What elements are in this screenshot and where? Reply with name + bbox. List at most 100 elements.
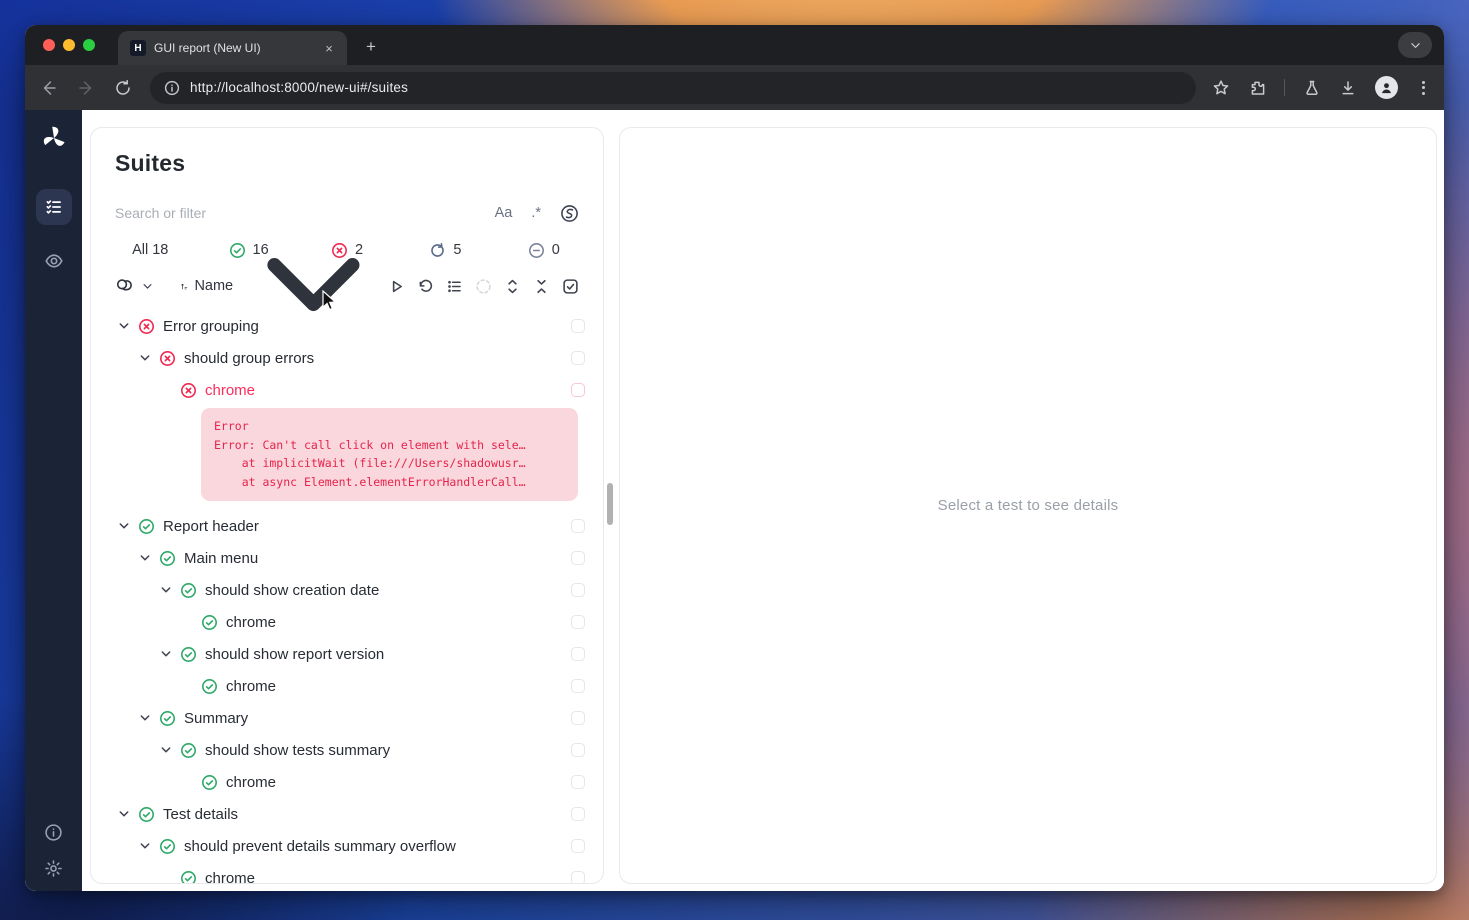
empty-state-message: Select a test to see details [938, 497, 1119, 514]
row-checkbox[interactable] [571, 519, 585, 533]
new-tab-button[interactable]: + [361, 37, 381, 57]
list-view-icon[interactable] [446, 278, 463, 295]
tree-row[interactable]: chrome [91, 374, 603, 406]
details-panel: Select a test to see details [619, 127, 1437, 884]
chevron-down-icon[interactable] [158, 742, 174, 758]
tree-row[interactable]: Main menu [91, 542, 603, 574]
status-passed-icon [138, 806, 155, 823]
run-play-icon[interactable] [388, 278, 405, 295]
tree-row[interactable]: Report header [91, 510, 603, 542]
group-by-control[interactable] [115, 277, 154, 296]
row-checkbox[interactable] [571, 807, 585, 821]
row-checkbox[interactable] [571, 711, 585, 725]
info-icon[interactable] [44, 823, 63, 842]
sort-control[interactable]: Name [180, 212, 388, 361]
tree-row[interactable]: Test details [91, 798, 603, 830]
tree-row[interactable]: should prevent details summary overflow [91, 830, 603, 862]
tree-row[interactable]: should show creation date [91, 574, 603, 606]
tree-row[interactable]: Summary [91, 702, 603, 734]
error-message[interactable]: Error Error: Can't call click on element… [201, 408, 578, 501]
scrollbar-thumb[interactable] [607, 483, 613, 525]
status-failed-icon [159, 350, 176, 367]
suites-panel: Suites Aa .* All 1816250 [90, 127, 604, 884]
stat-filter-retried[interactable]: 5 [396, 235, 494, 265]
forward-icon[interactable] [76, 78, 96, 98]
tree-row[interactable]: chrome [91, 766, 603, 798]
tree-row-label: Error grouping [163, 318, 259, 335]
tree-row-label: should show tests summary [205, 742, 390, 759]
tree-row-label: should prevent details summary overflow [184, 838, 456, 855]
chevron-down-icon[interactable] [158, 582, 174, 598]
row-checkbox[interactable] [571, 839, 585, 853]
chevron-down-icon[interactable] [137, 350, 153, 366]
stat-filter-skipped[interactable]: 0 [495, 235, 593, 265]
url-text[interactable]: http://localhost:8000/new-ui#/suites [190, 80, 408, 95]
profile-avatar[interactable] [1375, 76, 1398, 99]
status-passed-icon [180, 870, 197, 885]
retry-icon [429, 242, 446, 259]
chevron-down-icon[interactable] [116, 806, 132, 822]
zoom-window-button[interactable] [83, 39, 95, 51]
back-icon[interactable] [39, 78, 59, 98]
chevron-down-icon[interactable] [137, 838, 153, 854]
tree-row-label: chrome [205, 870, 255, 885]
testplane-logo [40, 124, 68, 152]
tab-strip: H GUI report (New UI) × + [25, 25, 1444, 65]
sidebar-item-visual-checks[interactable] [36, 243, 72, 279]
s-circle-icon[interactable] [560, 204, 579, 223]
app-content: Suites Aa .* All 1816250 [25, 110, 1444, 891]
settings-gear-icon[interactable] [44, 859, 63, 878]
regex-button[interactable]: .* [531, 205, 541, 221]
row-checkbox[interactable] [571, 679, 585, 693]
row-checkbox[interactable] [571, 615, 585, 629]
tree-row[interactable]: should show tests summary [91, 734, 603, 766]
row-checkbox[interactable] [571, 319, 585, 333]
row-checkbox[interactable] [571, 775, 585, 789]
labs-flask-icon[interactable] [1303, 79, 1321, 97]
sidebar-item-suites[interactable] [36, 189, 72, 225]
tab-search-button[interactable] [1398, 32, 1432, 58]
chevron-down-icon[interactable] [116, 518, 132, 534]
site-info-icon[interactable] [164, 80, 180, 96]
download-icon[interactable] [1339, 79, 1357, 97]
chevron-down-icon[interactable] [158, 646, 174, 662]
minimize-window-button[interactable] [63, 39, 75, 51]
row-checkbox[interactable] [571, 743, 585, 757]
stat-count: 5 [453, 242, 461, 258]
toolbar-actions [1212, 76, 1430, 99]
chevron-down-icon[interactable] [137, 550, 153, 566]
match-case-button[interactable]: Aa [495, 205, 513, 221]
reload-icon[interactable] [113, 78, 133, 98]
tree-row[interactable]: should show report version [91, 638, 603, 670]
undo-retry-icon[interactable] [417, 278, 434, 295]
page-title: Suites [115, 150, 603, 177]
row-checkbox[interactable] [571, 647, 585, 661]
browser-toolbar: http://localhost:8000/new-ui#/suites [25, 65, 1444, 110]
tree-row[interactable]: chrome [91, 862, 603, 884]
row-checkbox[interactable] [571, 383, 585, 397]
search-controls: Aa .* [495, 204, 579, 223]
row-checkbox[interactable] [571, 871, 585, 884]
chevron-down-icon[interactable] [137, 710, 153, 726]
address-bar[interactable]: http://localhost:8000/new-ui#/suites [150, 72, 1196, 104]
row-checkbox[interactable] [571, 551, 585, 565]
close-tab-icon[interactable]: × [321, 40, 337, 56]
extensions-icon[interactable] [1248, 79, 1266, 97]
bookmark-star-icon[interactable] [1212, 79, 1230, 97]
expand-all-icon[interactable] [504, 278, 521, 295]
close-window-button[interactable] [43, 39, 55, 51]
row-checkbox[interactable] [571, 583, 585, 597]
chevron-down-icon[interactable] [116, 318, 132, 334]
select-all-checkbox-icon[interactable] [562, 278, 579, 295]
status-passed-icon [159, 838, 176, 855]
tree-row-label: Summary [184, 710, 248, 727]
tree-row[interactable]: chrome [91, 606, 603, 638]
row-checkbox[interactable] [571, 351, 585, 365]
eye-icon [44, 251, 64, 271]
collapse-all-icon[interactable] [533, 278, 550, 295]
app-main: Suites Aa .* All 1816250 [82, 110, 1444, 891]
browser-tab[interactable]: H GUI report (New UI) × [118, 31, 347, 65]
menu-kebab-icon[interactable] [1416, 81, 1430, 95]
status-passed-icon [201, 678, 218, 695]
tree-row[interactable]: chrome [91, 670, 603, 702]
